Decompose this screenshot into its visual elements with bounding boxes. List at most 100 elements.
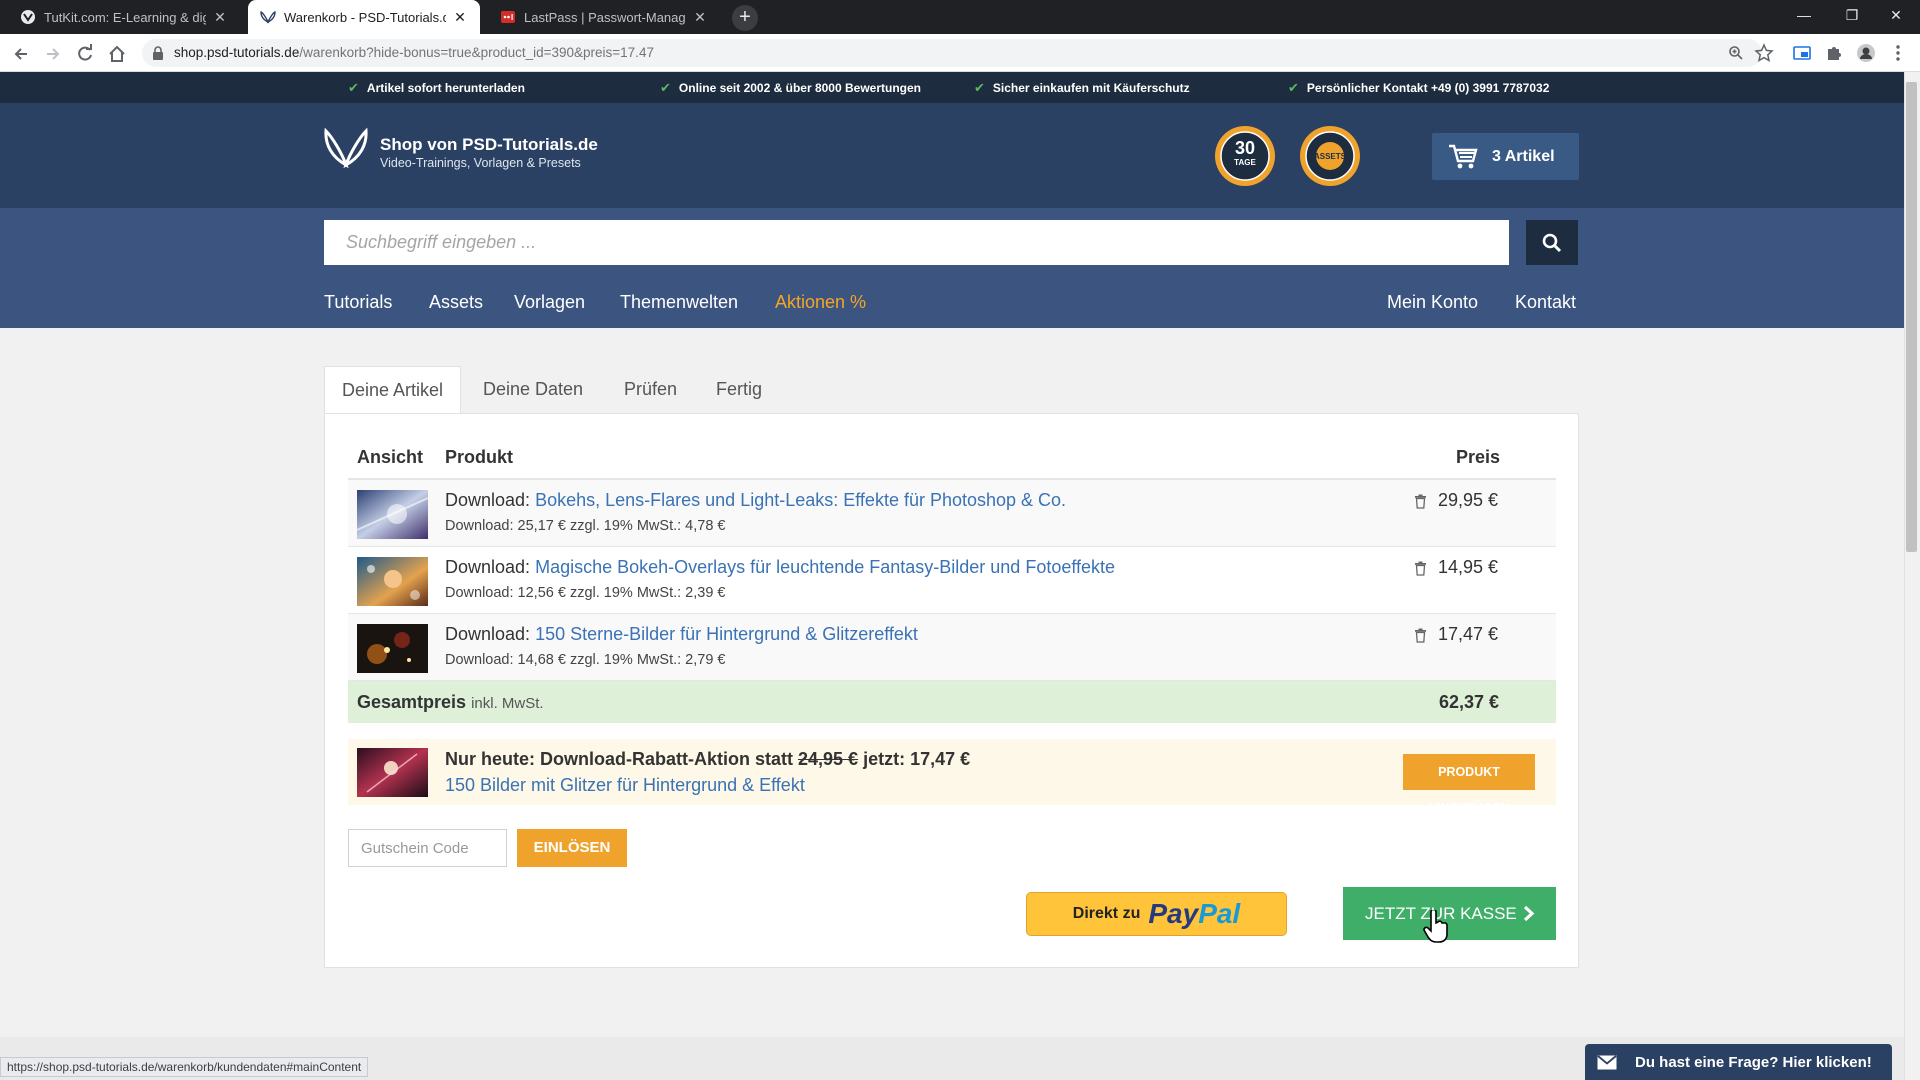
nav-themenwelten[interactable]: Themenwelten (620, 292, 738, 313)
promo-text-b: jetzt: 17,47 € (863, 749, 971, 769)
column-header-ansicht: Ansicht (357, 447, 424, 467)
search-button[interactable] (1526, 220, 1578, 265)
product-link[interactable]: Bokehs, Lens-Flares und Light-Leaks: Eff… (535, 490, 1066, 510)
product-line: Download: Bokehs, Lens-Flares und Light-… (445, 490, 1066, 511)
total-label: Gesamtpreis inkl. MwSt. (357, 692, 544, 713)
nav-assets[interactable]: Assets (429, 292, 483, 313)
close-tab-icon[interactable]: ✕ (212, 9, 228, 25)
nav-mein-konto[interactable]: Mein Konto (1387, 292, 1478, 313)
assets-badge: ASSETS (1299, 125, 1361, 187)
url-text: shop.psd-tutorials.de/warenkorb?hide-bon… (174, 45, 654, 60)
promo-thumbnail[interactable] (357, 748, 428, 797)
tutkit-favicon-icon (21, 10, 35, 24)
bookmark-star-icon[interactable] (1754, 43, 1774, 63)
column-header-preis: Preis (1456, 447, 1501, 467)
trust-item: ✔ Online seit 2002 & über 8000 Bewertunge… (660, 72, 921, 103)
envelope-icon (1597, 1054, 1617, 1069)
step-tab-pruefen[interactable]: Prüfen (607, 366, 694, 414)
minimize-icon[interactable]: — (1784, 0, 1824, 30)
step-tab-fertig[interactable]: Fertig (699, 366, 779, 414)
cart-row: Download: Magische Bokeh-Overlays für le… (348, 547, 1556, 614)
nav-kontakt[interactable]: Kontakt (1515, 292, 1576, 313)
nav-tutorials[interactable]: Tutorials (324, 292, 392, 313)
product-tax-detail: Download: 12,56 € zzgl. 19% MwSt.: 2,39 … (445, 585, 726, 601)
browser-tab-lastpass[interactable]: LastPass | Passwort-Manager, au ✕ (488, 0, 720, 34)
lock-icon (153, 46, 163, 60)
home-icon[interactable] (104, 41, 130, 67)
product-link[interactable]: 150 Sterne-Bilder für Hintergrund & Glit… (535, 624, 918, 644)
search-nav-band: Tutorials Assets Vorlagen Themenwelten A… (0, 208, 1904, 328)
cart-panel: Ansicht Produkt Preis Download: Bokehs, … (324, 413, 1579, 968)
reload-icon[interactable] (72, 41, 98, 67)
close-tab-icon[interactable]: ✕ (692, 9, 708, 25)
trust-text: Sicher einkaufen mit Käuferschutz (992, 80, 1190, 95)
hand-cursor-icon (1423, 910, 1448, 943)
guarantee-badge: 30 TAGE (1214, 125, 1276, 187)
shop-subtitle: Video-Trainings, Vorlagen & Presets (380, 156, 581, 170)
checkmark-icon: ✔ (660, 79, 671, 95)
trash-icon[interactable] (1414, 561, 1427, 576)
item-price: 17,47 € (1438, 624, 1499, 644)
product-prefix: Download: (445, 624, 531, 644)
address-bar[interactable]: shop.psd-tutorials.de/warenkorb?hide-bon… (142, 39, 1762, 67)
browser-tab-tutkit[interactable]: TutKit.com: E-Learning & digitale ✕ (8, 0, 240, 34)
promo-old-price: 24,95 € (798, 749, 859, 769)
trust-text: Artikel sofort herunterladen (366, 80, 525, 95)
checkmark-icon: ✔ (1288, 79, 1299, 95)
chat-help-button[interactable]: Du hast eine Frage? Hier klicken! (1585, 1044, 1892, 1080)
promo-text-a: Nur heute: Download-Rabatt-Aktion statt (445, 749, 793, 769)
promo-product: 150 Bilder mit Glitzer für Hintergrund &… (445, 775, 805, 796)
trash-icon[interactable] (1414, 494, 1427, 509)
step-tab-deine-daten[interactable]: Deine Daten (466, 366, 600, 414)
trash-icon[interactable] (1414, 628, 1427, 643)
product-tax-detail: Download: 25,17 € zzgl. 19% MwSt.: 4,78 … (445, 518, 726, 534)
site-header: Shop von PSD-Tutorials.de Video-Training… (0, 103, 1904, 208)
product-thumbnail[interactable] (357, 557, 428, 606)
nav-vorlagen[interactable]: Vorlagen (514, 292, 585, 313)
butterfly-logo-icon[interactable] (324, 127, 368, 169)
scrollbar-thumb[interactable] (1906, 82, 1917, 552)
product-tax-detail: Download: 14,68 € zzgl. 19% MwSt.: 2,79 … (445, 652, 726, 668)
shop-title[interactable]: Shop von PSD-Tutorials.de (380, 135, 598, 155)
paypal-logo-pay: Pay (1148, 898, 1199, 929)
total-row: Gesamtpreis inkl. MwSt. 62,37 € (348, 681, 1556, 723)
promo-headline: Nur heute: Download-Rabatt-Aktion statt … (445, 749, 970, 770)
browser-toolbar: shop.psd-tutorials.de/warenkorb?hide-bon… (0, 34, 1920, 72)
browser-tabbar: TutKit.com: E-Learning & digitale ✕ Ware… (0, 0, 1920, 34)
step-tab-deine-artikel[interactable]: Deine Artikel (324, 366, 462, 414)
paypal-logo-pal: Pal (1198, 898, 1241, 929)
restore-icon[interactable]: ❐ (1832, 0, 1872, 30)
product-link[interactable]: Magische Bokeh-Overlays für leuchtende F… (535, 557, 1115, 577)
trust-strip: ✔ Artikel sofort herunterladen ✔ Online se… (0, 72, 1904, 103)
redeem-coupon-button[interactable]: EINLÖSEN (517, 829, 627, 867)
guarantee-days: 30 (1234, 138, 1256, 158)
cart-row: Download: Bokehs, Lens-Flares und Light-… (348, 480, 1556, 547)
extensions-puzzle-icon[interactable] (1824, 43, 1844, 63)
trust-item: ✔ Artikel sofort herunterladen (348, 72, 525, 103)
profile-avatar-icon[interactable] (1856, 43, 1876, 63)
cart-count: 3 Artikel (1492, 147, 1555, 165)
search-input[interactable] (324, 220, 1509, 265)
new-tab-button[interactable]: + (732, 5, 758, 31)
chat-label: Du hast eine Frage? Hier klicken! (1635, 1053, 1872, 1071)
link-status-bar: https://shop.psd-tutorials.de/warenkorb/… (0, 1057, 369, 1077)
cast-icon[interactable] (1792, 43, 1812, 63)
coupon-code-input[interactable] (348, 829, 507, 867)
product-thumbnail[interactable] (357, 490, 428, 539)
product-thumbnail[interactable] (357, 624, 428, 673)
add-product-button[interactable]: PRODUKT HINZUFÜGEN (1403, 754, 1535, 815)
close-window-icon[interactable]: ✕ (1876, 0, 1916, 30)
promo-product-link[interactable]: 150 Bilder mit Glitzer für Hintergrund &… (445, 775, 805, 795)
checkout-button[interactable]: JETZT ZUR KASSE (1343, 887, 1556, 940)
menu-dots-icon[interactable] (1888, 43, 1908, 63)
nav-aktionen[interactable]: Aktionen % (775, 292, 866, 313)
back-arrow-icon[interactable] (8, 41, 34, 67)
tab-label: LastPass | Passwort-Manager, au (524, 9, 686, 25)
forward-arrow-icon[interactable] (40, 41, 66, 67)
cart-button[interactable]: 3 Artikel (1432, 133, 1579, 180)
paypal-button[interactable]: Direkt zu Pay Pal (1026, 892, 1287, 936)
browser-tab-warenkorb[interactable]: Warenkorb - PSD-Tutorials.de Sh ✕ (248, 0, 480, 34)
close-tab-icon[interactable]: ✕ (452, 9, 468, 25)
url-path: /warenkorb?hide-bonus=true&product_id=39… (299, 45, 654, 60)
zoom-icon[interactable] (1728, 45, 1744, 61)
